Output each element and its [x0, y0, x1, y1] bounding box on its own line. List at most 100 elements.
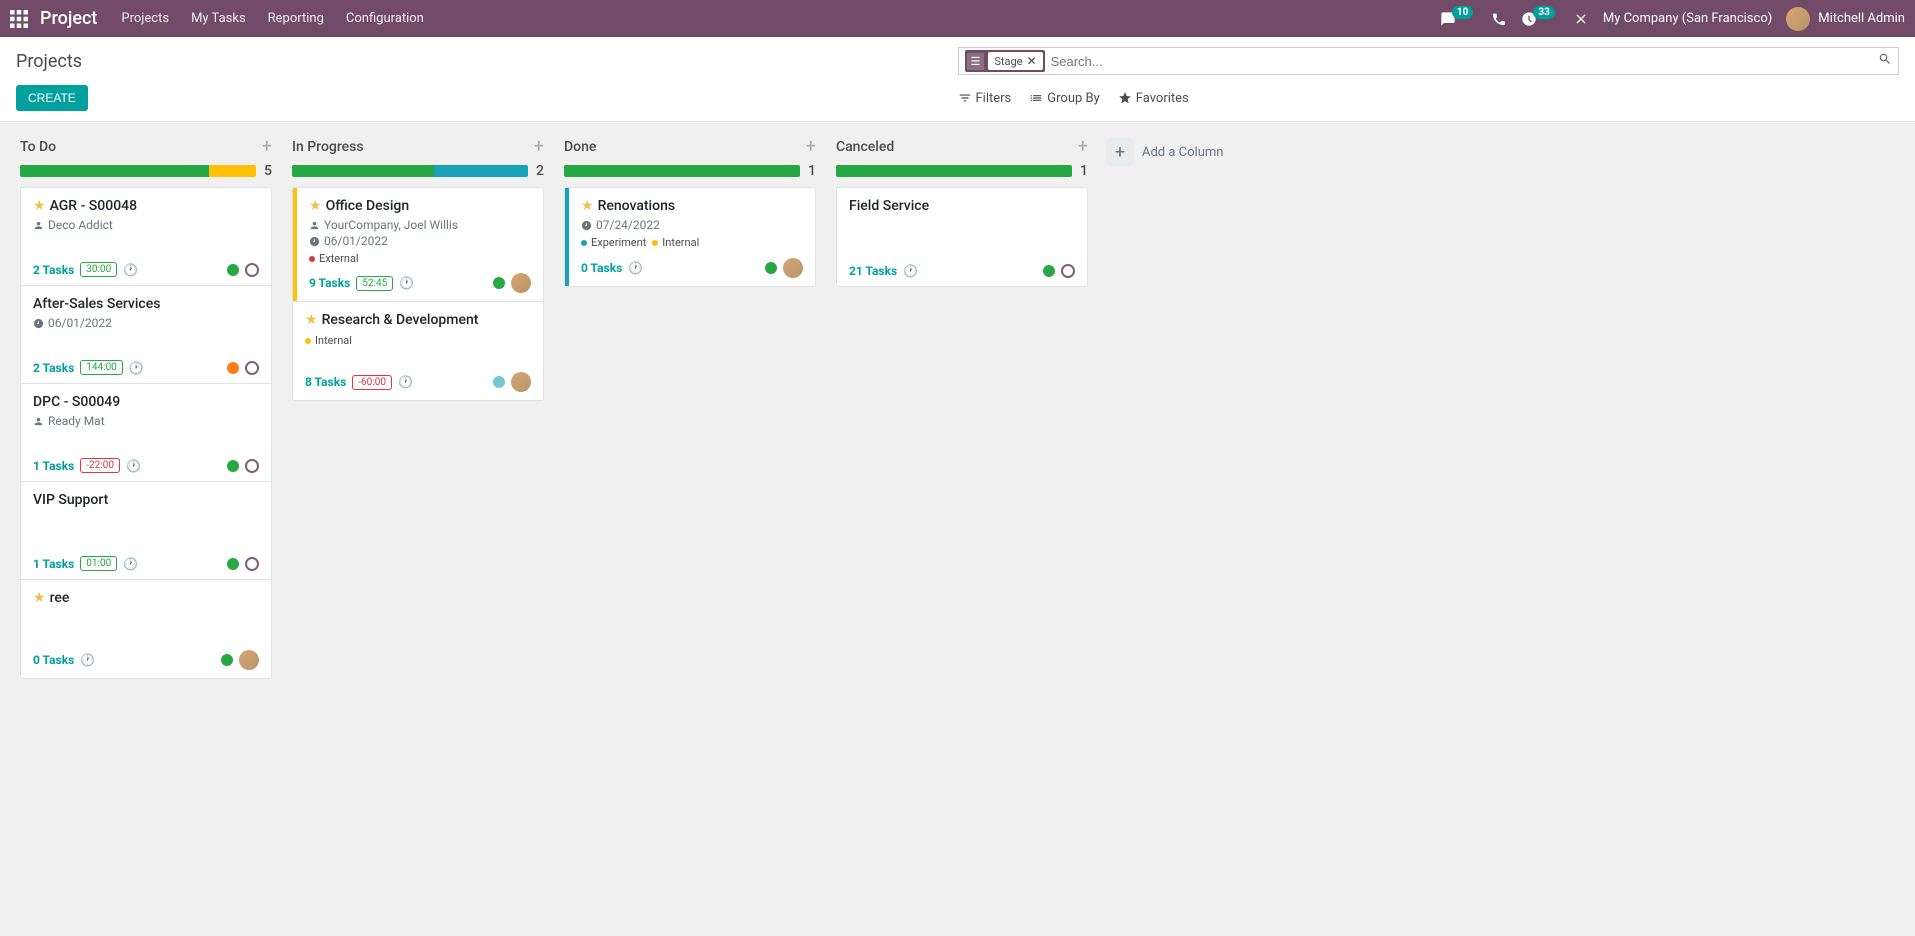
- phone-icon[interactable]: [1491, 11, 1507, 27]
- add-column-icon[interactable]: +: [1106, 138, 1134, 166]
- tasks-link[interactable]: 1 Tasks: [33, 459, 74, 473]
- status-dot[interactable]: [227, 264, 239, 276]
- quick-create-icon[interactable]: +: [262, 136, 272, 157]
- add-column-label: Add a Column: [1142, 145, 1223, 160]
- quick-create-icon[interactable]: +: [806, 136, 816, 157]
- tasks-link[interactable]: 2 Tasks: [33, 361, 74, 375]
- status-ring[interactable]: [245, 557, 259, 571]
- search-input[interactable]: [1051, 54, 1878, 69]
- status-ring[interactable]: [245, 263, 259, 277]
- tasks-link[interactable]: 0 Tasks: [33, 653, 74, 667]
- progress-segment[interactable]: [209, 165, 256, 177]
- nav-link[interactable]: Reporting: [268, 11, 324, 26]
- status-dot[interactable]: [221, 654, 233, 666]
- card-title: Research & Development: [322, 312, 479, 328]
- activity-icon[interactable]: 🕐: [903, 264, 918, 278]
- status-dot[interactable]: [1043, 265, 1055, 277]
- star-icon[interactable]: ★: [309, 198, 322, 214]
- column-header[interactable]: Canceled +: [832, 130, 1092, 163]
- progress-segment[interactable]: [292, 165, 434, 177]
- status-ring[interactable]: [1061, 264, 1075, 278]
- column-header[interactable]: In Progress +: [288, 130, 548, 163]
- tasks-link[interactable]: 9 Tasks: [309, 276, 350, 290]
- kanban-card[interactable]: ★AGR - S00048 Deco Addict 2 Tasks 30:00🕐: [21, 188, 271, 286]
- activity-icon[interactable]: 🕐: [628, 261, 643, 275]
- status-dot[interactable]: [227, 362, 239, 374]
- apps-icon[interactable]: [10, 10, 28, 28]
- status-dot[interactable]: [227, 558, 239, 570]
- column-progress: 5: [16, 163, 276, 187]
- column-header[interactable]: Done +: [560, 130, 820, 163]
- app-brand[interactable]: Project: [40, 8, 97, 29]
- clock-icon: [33, 318, 44, 329]
- progress-segment[interactable]: [434, 165, 528, 177]
- status-dot[interactable]: [765, 262, 777, 274]
- status-dot[interactable]: [493, 277, 505, 289]
- user-icon: [33, 416, 44, 427]
- star-icon[interactable]: ★: [305, 312, 318, 328]
- activity-icon[interactable]: 🕐: [126, 459, 141, 473]
- assignee-avatar[interactable]: [239, 650, 259, 670]
- close-tray-icon[interactable]: [1573, 11, 1589, 27]
- company-selector[interactable]: My Company (San Francisco): [1603, 11, 1772, 26]
- assignee-avatar[interactable]: [783, 258, 803, 278]
- facet-remove-icon[interactable]: ✕: [1027, 54, 1037, 68]
- activity-icon[interactable]: 🕐: [123, 557, 138, 571]
- kanban-card[interactable]: VIP Support 1 Tasks 01:00🕐: [21, 482, 271, 580]
- column-title: In Progress: [292, 139, 364, 155]
- user-menu[interactable]: Mitchell Admin: [1786, 7, 1905, 31]
- kanban-card[interactable]: DPC - S00049 Ready Mat 1 Tasks -22:00🕐: [21, 384, 271, 482]
- activity-icon[interactable]: 🕐: [399, 276, 414, 290]
- search-icon[interactable]: [1878, 52, 1892, 70]
- progress-segment[interactable]: [836, 165, 1072, 177]
- assignee-avatar[interactable]: [511, 273, 531, 293]
- progress-segment[interactable]: [564, 165, 800, 177]
- column-count: 2: [536, 163, 544, 179]
- kanban-card[interactable]: ★Research & Development Internal 8 Tasks…: [293, 302, 543, 400]
- quick-create-icon[interactable]: +: [1078, 136, 1088, 157]
- activities-button[interactable]: 33: [1521, 11, 1558, 27]
- status-ring[interactable]: [245, 459, 259, 473]
- progress-segment[interactable]: [20, 165, 209, 177]
- tasks-link[interactable]: 2 Tasks: [33, 263, 74, 277]
- card-title: VIP Support: [33, 492, 108, 508]
- messages-button[interactable]: 10: [1440, 11, 1477, 27]
- progress-bar: [564, 165, 800, 177]
- kanban-card[interactable]: Field Service 21 Tasks 🕐: [837, 188, 1087, 286]
- favorites-button[interactable]: Favorites: [1118, 91, 1189, 106]
- nav-link[interactable]: Projects: [121, 11, 169, 26]
- status-dot[interactable]: [227, 460, 239, 472]
- nav-link[interactable]: Configuration: [346, 11, 424, 26]
- create-button[interactable]: CREATE: [16, 85, 88, 111]
- assignee-avatar[interactable]: [511, 372, 531, 392]
- card-date: 06/01/2022: [33, 316, 259, 330]
- star-icon[interactable]: ★: [33, 590, 46, 606]
- filters-button[interactable]: Filters: [958, 91, 1012, 106]
- kanban-card[interactable]: After-Sales Services 06/01/2022 2 Tasks …: [21, 286, 271, 384]
- star-icon: [1118, 91, 1132, 105]
- search-facet: ☰ Stage ✕: [965, 50, 1045, 72]
- activity-icon[interactable]: 🕐: [80, 653, 95, 667]
- star-icon[interactable]: ★: [581, 198, 594, 214]
- kanban-card[interactable]: ★Office Design YourCompany, Joel Willis0…: [293, 188, 543, 302]
- tasks-link[interactable]: 21 Tasks: [849, 264, 897, 278]
- activity-icon[interactable]: 🕐: [129, 361, 144, 375]
- status-dot[interactable]: [493, 376, 505, 388]
- activity-icon[interactable]: 🕐: [123, 263, 138, 277]
- activity-icon[interactable]: 🕐: [398, 375, 413, 389]
- kanban-card[interactable]: ★ree 0 Tasks 🕐: [21, 580, 271, 678]
- nav-link[interactable]: My Tasks: [191, 11, 246, 26]
- star-icon[interactable]: ★: [33, 198, 46, 214]
- quick-create-icon[interactable]: +: [534, 136, 544, 157]
- add-column[interactable]: + Add a Column: [1098, 130, 1258, 174]
- status-ring[interactable]: [245, 361, 259, 375]
- tasks-link[interactable]: 1 Tasks: [33, 557, 74, 571]
- kanban-card[interactable]: ★Renovations 07/24/2022ExperimentInterna…: [565, 188, 815, 286]
- search-box[interactable]: ☰ Stage ✕: [958, 47, 1900, 75]
- column-title: Canceled: [836, 139, 894, 155]
- groupby-button[interactable]: Group By: [1029, 91, 1100, 106]
- card-title: Field Service: [849, 198, 929, 214]
- tasks-link[interactable]: 8 Tasks: [305, 375, 346, 389]
- tasks-link[interactable]: 0 Tasks: [581, 261, 622, 275]
- column-header[interactable]: To Do +: [16, 130, 276, 163]
